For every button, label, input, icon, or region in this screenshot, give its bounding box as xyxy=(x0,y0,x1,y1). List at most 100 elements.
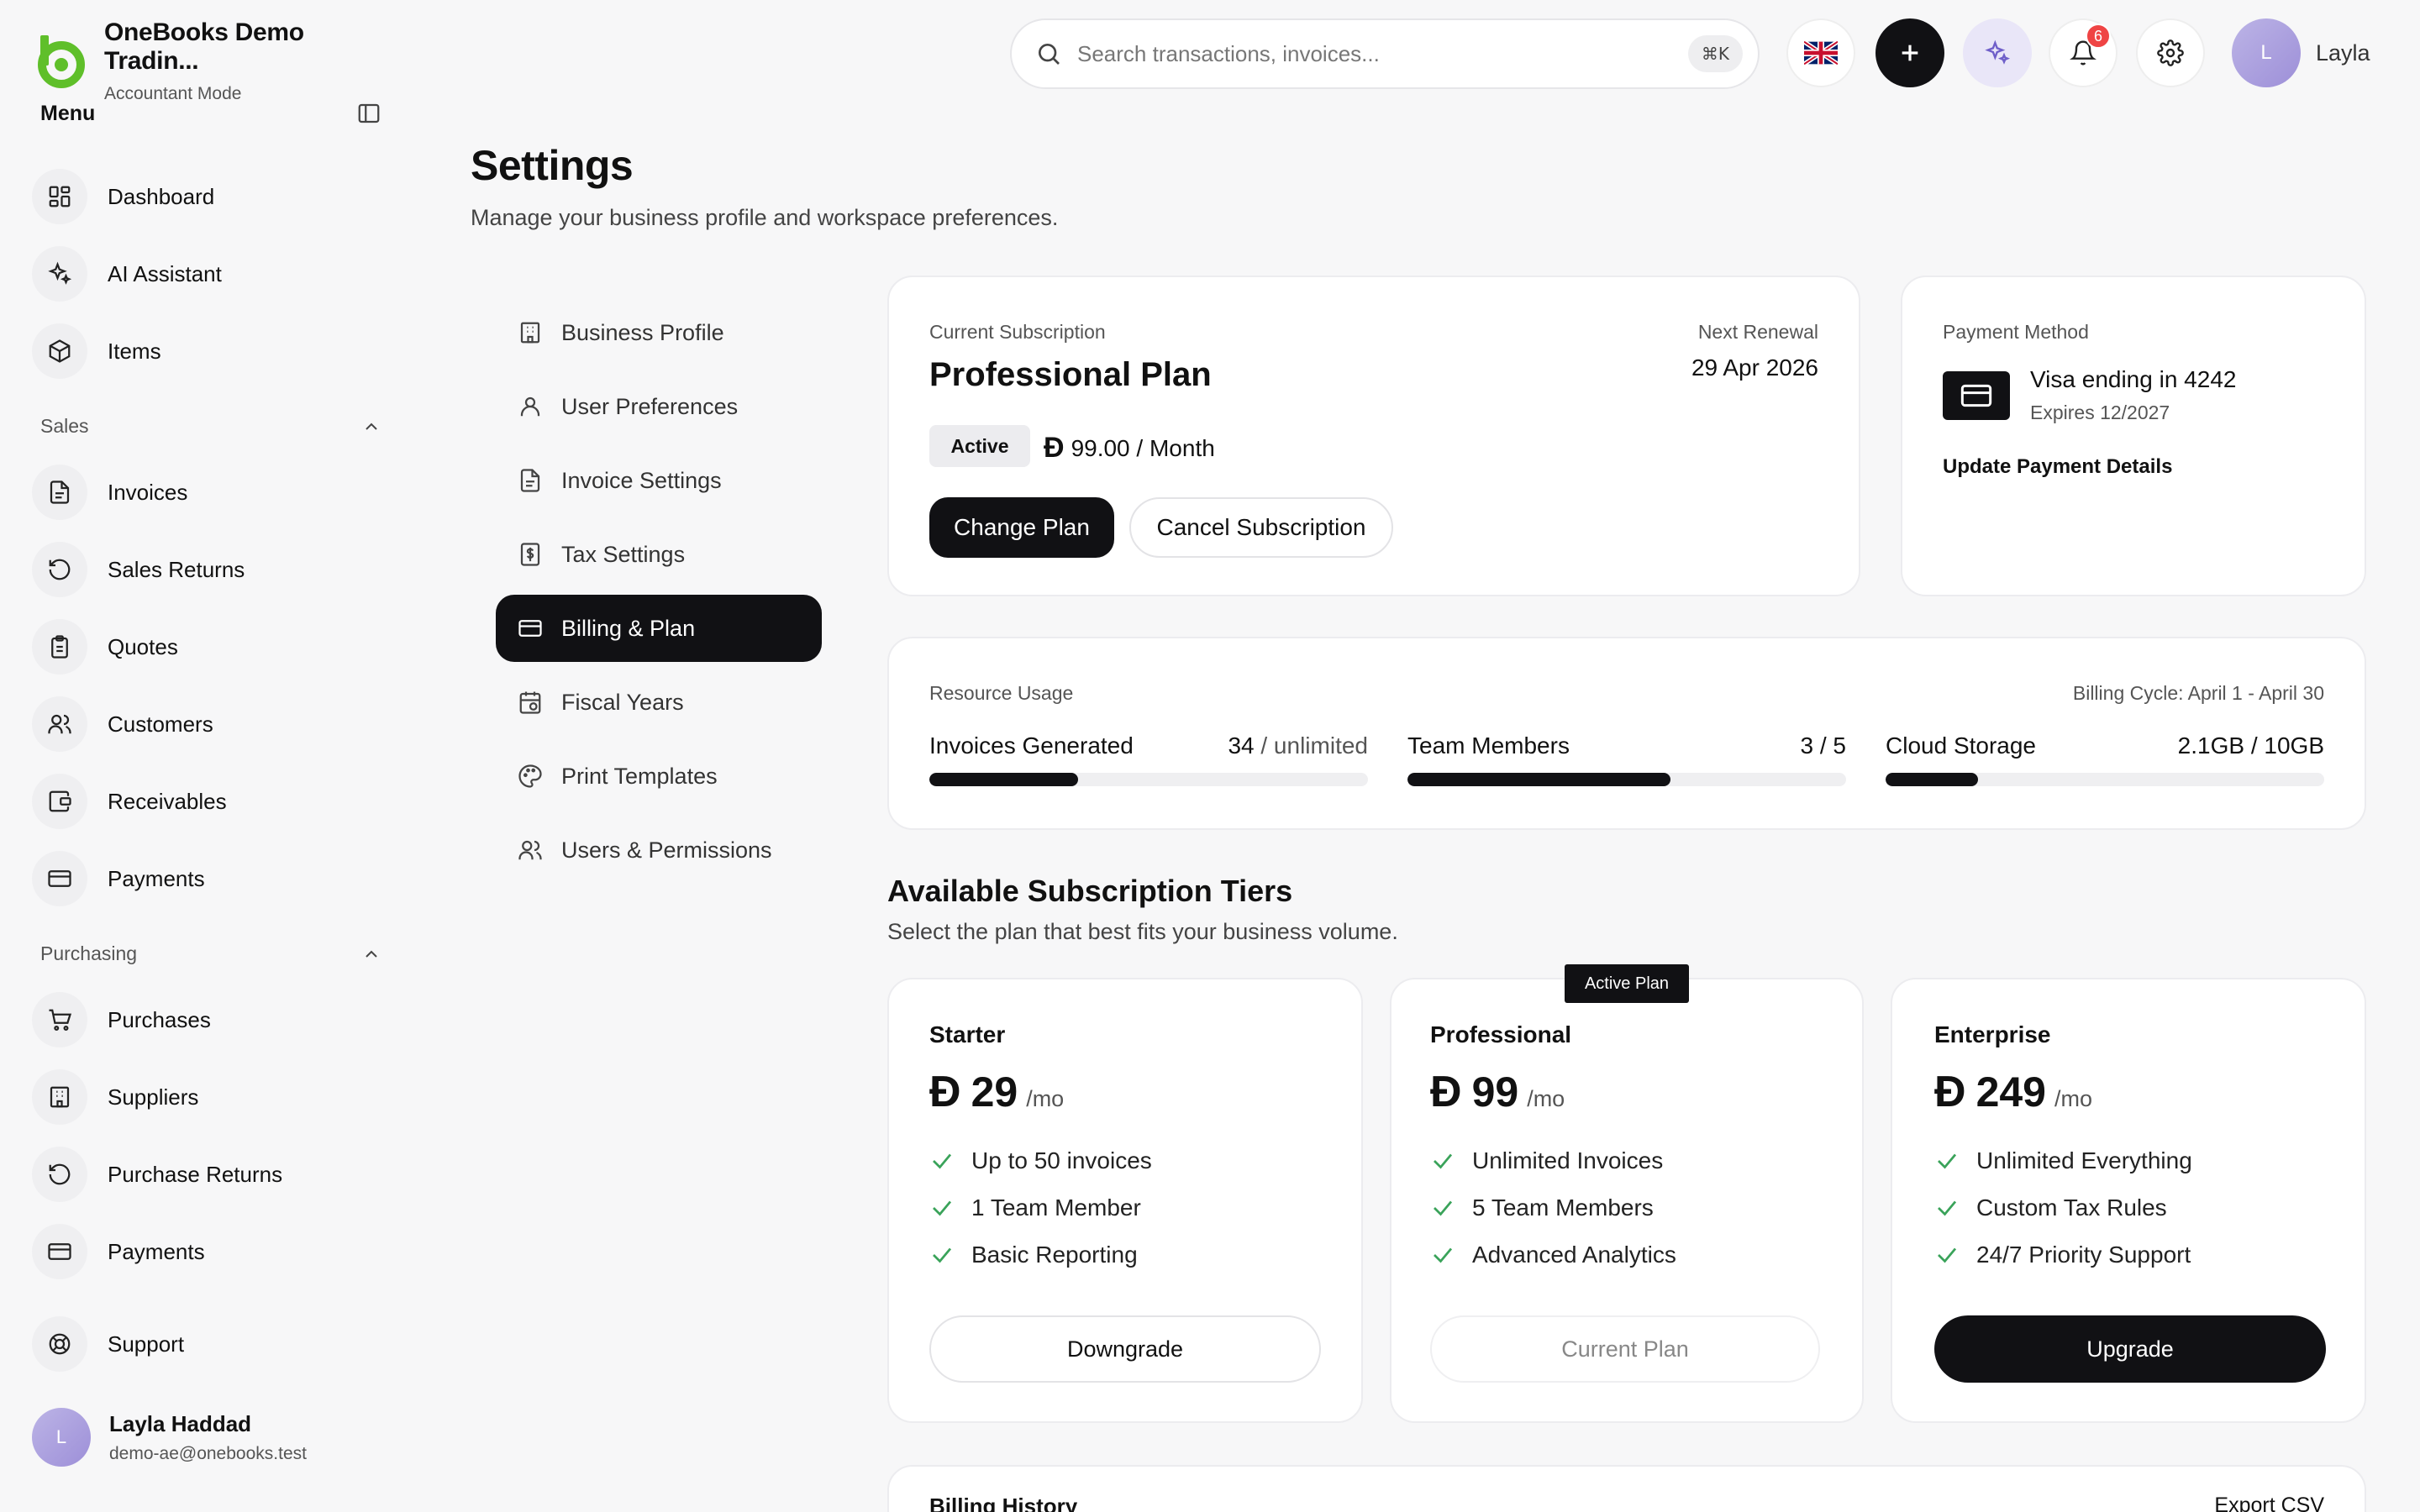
tier-name: Professional xyxy=(1430,1021,1572,1047)
tier-feature: Basic Reporting xyxy=(929,1242,1138,1268)
tier-period: /mo xyxy=(1527,1086,1565,1111)
settings-nav-label: Tax Settings xyxy=(561,541,686,567)
onebooks-logo-icon xyxy=(32,34,87,89)
active-plan-tag: Active Plan xyxy=(1565,964,1689,1003)
rotate-ccw-icon xyxy=(32,542,87,597)
ai-assistant-button[interactable] xyxy=(1963,18,2032,87)
price-value: 99.00 / Month xyxy=(1071,434,1215,461)
plan-name: Professional Plan xyxy=(929,356,1212,393)
status-badge: Active xyxy=(929,425,1030,467)
package-icon xyxy=(32,323,87,379)
sidebar-item-suppliers[interactable]: Suppliers xyxy=(32,1067,198,1127)
sidebar-item-support[interactable]: Support xyxy=(32,1314,184,1374)
sidebar-item-label: Receivables xyxy=(108,788,227,814)
sidebar: OneBooks Demo Tradin... Accountant Mode … xyxy=(0,0,403,1512)
credit-card-icon xyxy=(32,1224,87,1279)
gear-icon xyxy=(2157,39,2184,66)
sidebar-item-purchases[interactable]: Purchases xyxy=(32,990,211,1050)
sidebar-item-customers[interactable]: Customers xyxy=(32,694,213,754)
user-name: Layla Haddad xyxy=(109,1410,252,1436)
user-icon xyxy=(516,392,544,421)
check-icon xyxy=(1430,1148,1455,1173)
building-icon xyxy=(32,1069,87,1125)
settings-button[interactable] xyxy=(2136,18,2205,87)
palette-icon xyxy=(516,762,544,790)
settings-nav-business-profile[interactable]: Business Profile xyxy=(496,299,822,366)
sidebar-item-invoices[interactable]: Invoices xyxy=(32,462,187,522)
account-menu[interactable]: L Layla xyxy=(2232,18,2370,87)
settings-nav-users-permissions[interactable]: Users & Permissions xyxy=(496,816,822,884)
purchasing-section-header[interactable]: Purchasing xyxy=(40,942,381,965)
sidebar-item-sales-returns[interactable]: Sales Returns xyxy=(32,539,245,600)
tiers-title: Available Subscription Tiers xyxy=(887,874,1293,908)
usage-cloud-storage: Cloud Storage 2.1GB / 10GB xyxy=(1886,732,2324,786)
search-input[interactable] xyxy=(1077,40,1688,67)
cancel-subscription-button[interactable]: Cancel Subscription xyxy=(1129,497,1393,558)
usage-value: 3 / 5 xyxy=(1800,732,1846,759)
upgrade-button[interactable]: Upgrade xyxy=(1934,1315,2326,1383)
settings-nav-label: Print Templates xyxy=(561,763,718,789)
notifications-button[interactable]: 6 xyxy=(2049,18,2118,87)
update-payment-link[interactable]: Update Payment Details xyxy=(1943,455,2172,479)
tiers-subtitle: Select the plan that best fits your busi… xyxy=(887,919,1398,944)
tier-feature-text: 1 Team Member xyxy=(971,1194,1141,1221)
sidebar-item-dashboard[interactable]: Dashboard xyxy=(32,166,214,227)
usage-invoices: Invoices Generated 34 / unlimited xyxy=(929,732,1368,786)
sidebar-item-label: Quotes xyxy=(108,633,178,659)
usage-value: 2.1GB / 10GB xyxy=(2177,732,2324,759)
sidebar-item-label: Sales Returns xyxy=(108,556,245,582)
section-title: Sales xyxy=(40,415,89,437)
settings-nav-tax-settings[interactable]: Tax Settings xyxy=(496,521,822,588)
global-search[interactable]: ⌘K xyxy=(1010,18,1760,89)
create-new-button[interactable] xyxy=(1876,18,1944,87)
sidebar-item-items[interactable]: Items xyxy=(32,321,161,381)
tier-feature: 1 Team Member xyxy=(929,1194,1141,1221)
sidebar-item-purchase-returns[interactable]: Purchase Returns xyxy=(32,1144,282,1205)
avatar: L xyxy=(32,1408,91,1467)
sales-section-header[interactable]: Sales xyxy=(40,415,381,438)
change-plan-button[interactable]: Change Plan xyxy=(929,497,1114,558)
sidebar-item-ai-assistant[interactable]: AI Assistant xyxy=(32,244,222,304)
usage-title: Resource Usage xyxy=(929,682,1074,704)
settings-nav-fiscal-years[interactable]: Fiscal Years xyxy=(496,669,822,736)
usage-progress-fill xyxy=(1886,773,1978,786)
usage-progress-fill xyxy=(1407,773,1671,786)
uk-flag-icon xyxy=(1804,41,1838,65)
tier-name: Starter xyxy=(929,1021,1006,1047)
subscription-price: Đ 99.00 / Month xyxy=(1044,432,1215,465)
card-icon xyxy=(1943,371,2010,420)
downgrade-button[interactable]: Downgrade xyxy=(929,1315,1321,1383)
sidebar-item-receivables[interactable]: Receivables xyxy=(32,771,227,832)
language-button[interactable] xyxy=(1786,18,1855,87)
renewal-label: Next Renewal xyxy=(1697,321,1818,343)
notification-badge: 6 xyxy=(2086,24,2111,49)
brand[interactable]: OneBooks Demo Tradin... Accountant Mode xyxy=(32,18,403,104)
workspace-name: OneBooks Demo Tradin... xyxy=(104,18,304,75)
settings-nav-invoice-settings[interactable]: Invoice Settings xyxy=(496,447,822,514)
sidebar-item-payments[interactable]: Payments xyxy=(32,848,205,909)
check-icon xyxy=(1934,1242,1960,1268)
card-description: Visa ending in 4242 xyxy=(2030,366,2237,392)
settings-nav-print-templates[interactable]: Print Templates xyxy=(496,743,822,810)
current-plan-button[interactable]: Current Plan xyxy=(1430,1315,1820,1383)
settings-nav-billing-plan[interactable]: Billing & Plan xyxy=(496,595,822,662)
check-icon xyxy=(1934,1148,1960,1173)
tier-feature-text: Custom Tax Rules xyxy=(1976,1194,2167,1221)
usage-progress-track xyxy=(929,773,1368,786)
settings-nav-user-preferences[interactable]: User Preferences xyxy=(496,373,822,440)
sidebar-toggle-icon[interactable] xyxy=(356,101,381,126)
sidebar-item-purchase-payments[interactable]: Payments xyxy=(32,1221,205,1282)
current-subscription-card: Current Subscription Professional Plan N… xyxy=(887,276,1860,596)
menu-header: Menu xyxy=(40,101,381,126)
tier-amount: 99 xyxy=(1471,1068,1519,1116)
sidebar-item-label: Items xyxy=(108,338,161,364)
export-csv-button[interactable]: Export CSV xyxy=(2214,1494,2324,1512)
tier-price: Đ 99 /mo xyxy=(1430,1067,1565,1117)
tier-feature: Advanced Analytics xyxy=(1430,1242,1676,1268)
settings-nav-label: User Preferences xyxy=(561,393,739,419)
tier-feature: Unlimited Everything xyxy=(1934,1147,2192,1174)
tier-feature-text: 24/7 Priority Support xyxy=(1976,1242,2191,1268)
sidebar-item-quotes[interactable]: Quotes xyxy=(32,617,178,677)
sidebar-user[interactable]: L Layla Haddad demo-ae@onebooks.test xyxy=(32,1408,307,1467)
document-icon xyxy=(32,465,87,520)
